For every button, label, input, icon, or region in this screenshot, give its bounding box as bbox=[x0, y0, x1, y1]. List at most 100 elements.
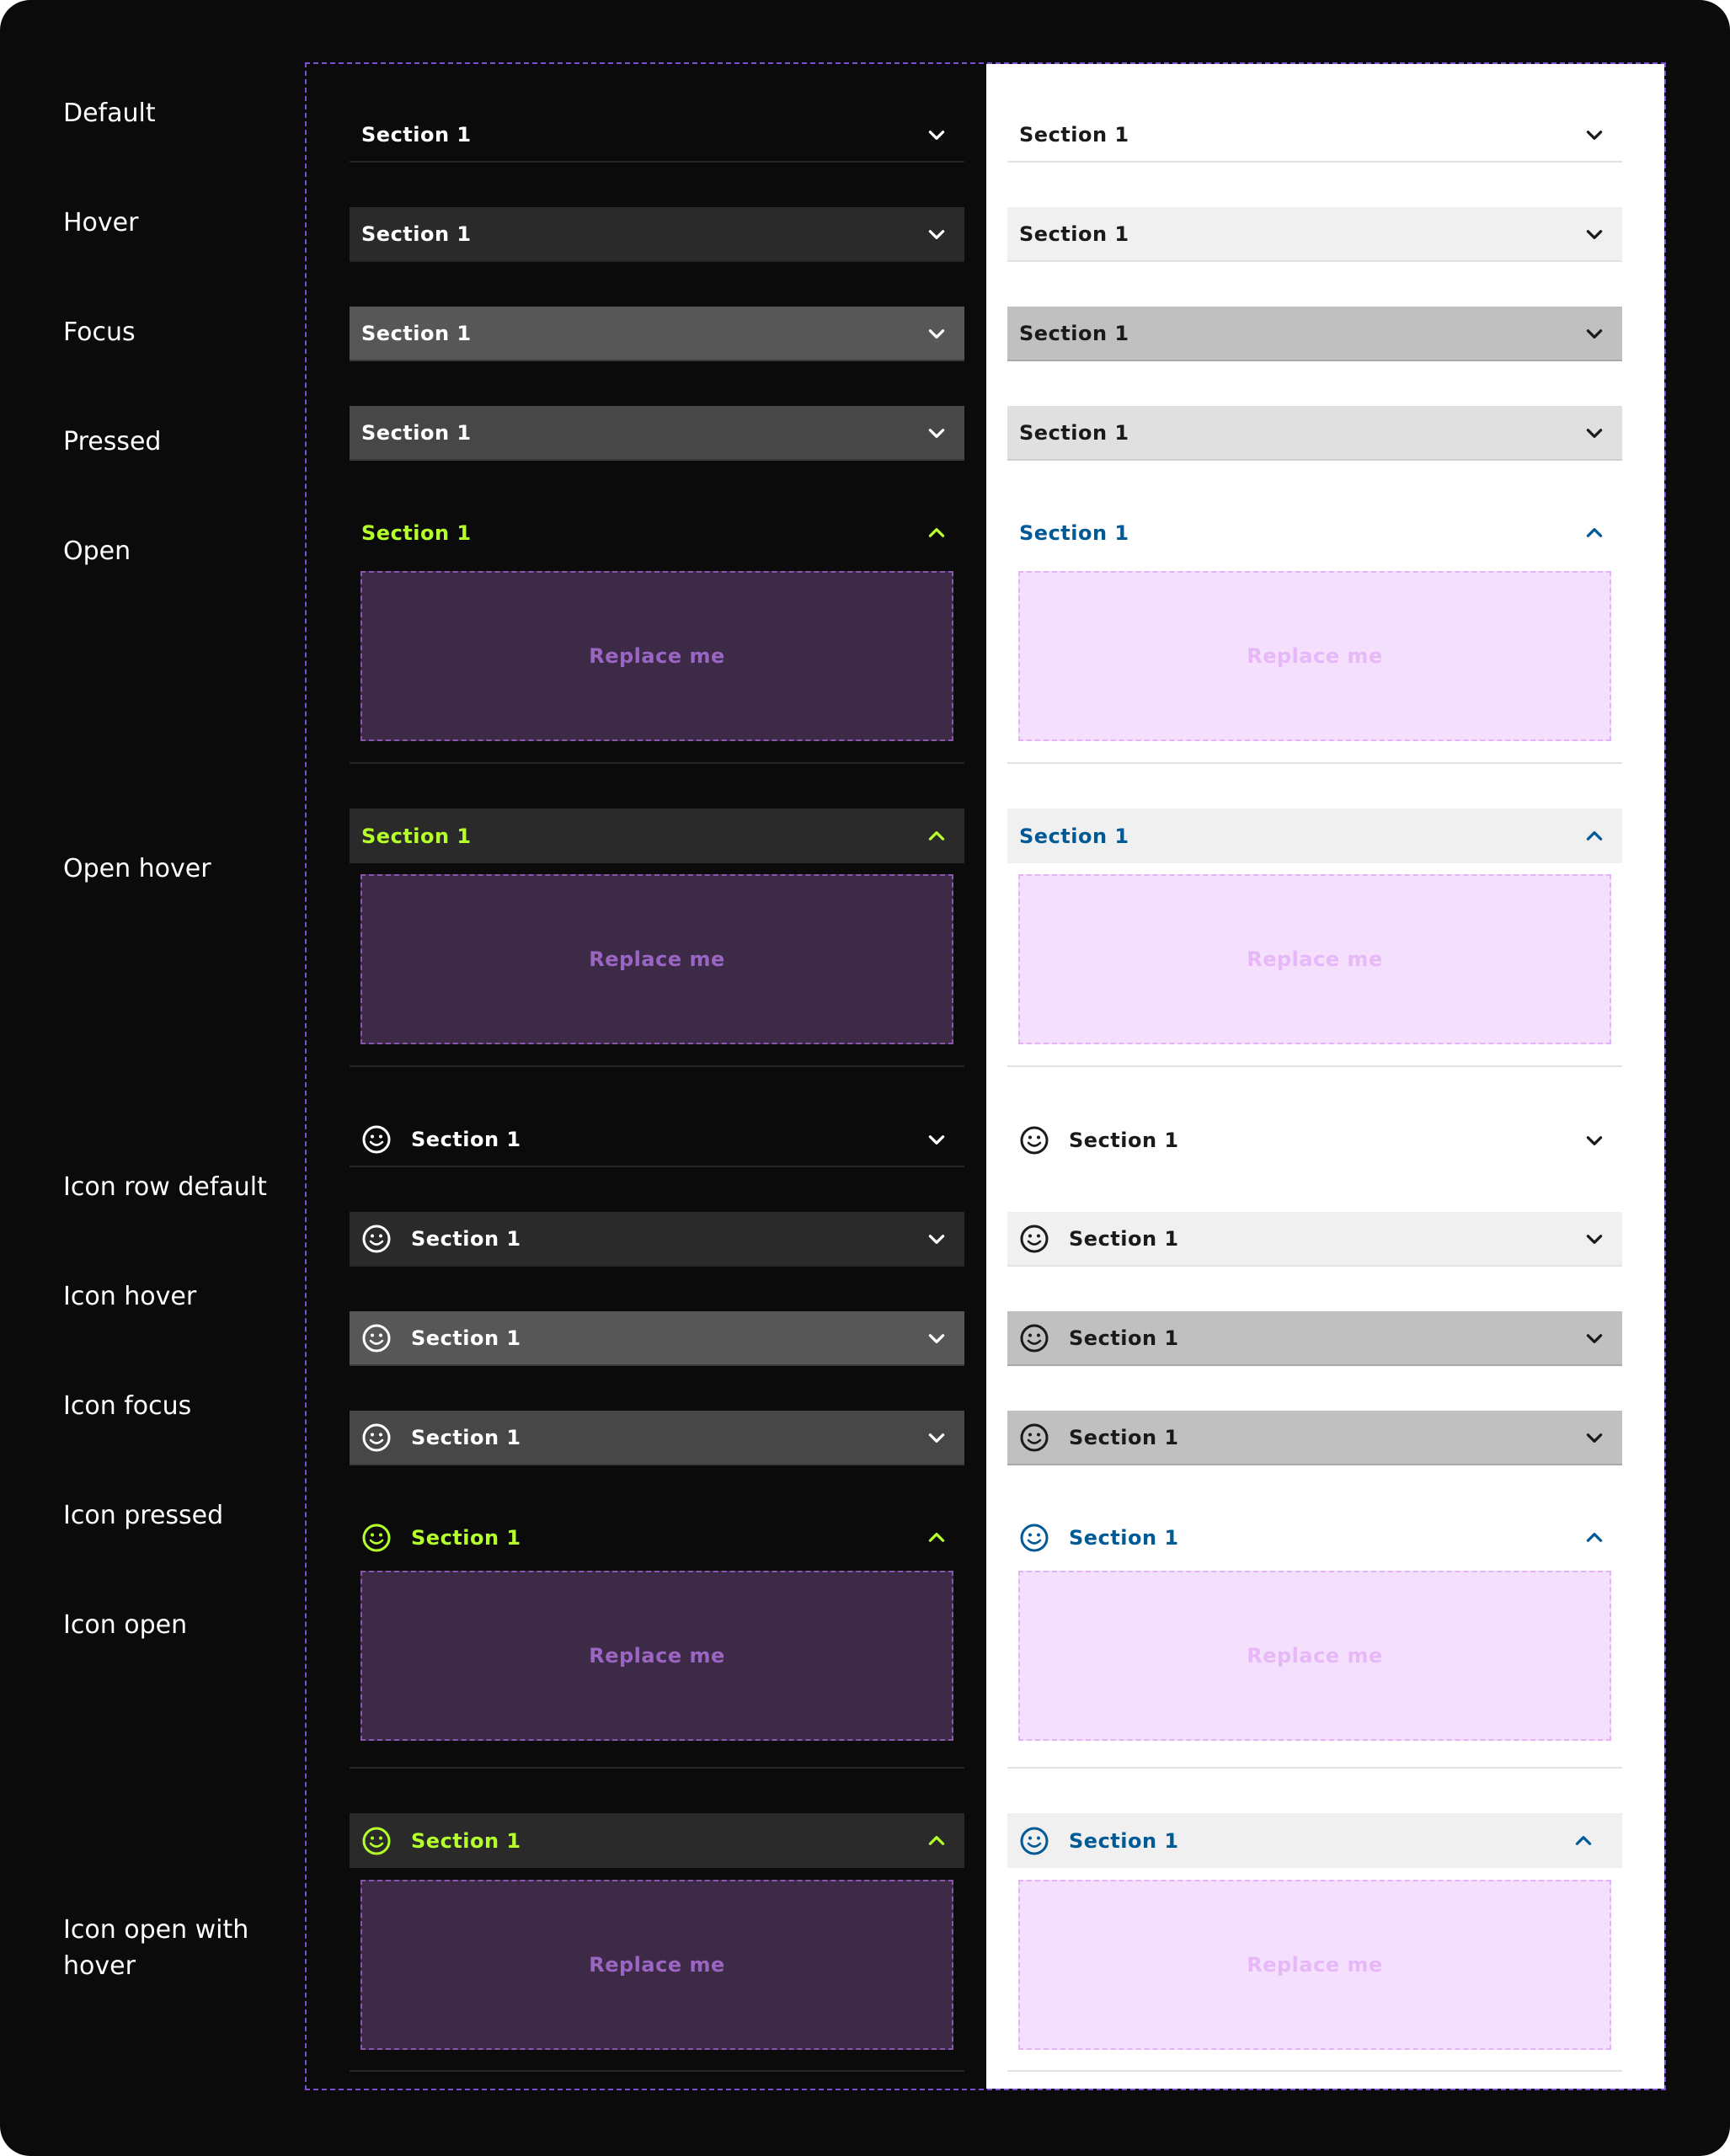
accordion-title: Section 1 bbox=[411, 1326, 521, 1350]
accordion-title: Section 1 bbox=[361, 122, 472, 147]
accordion-header[interactable]: Section 1 bbox=[1007, 808, 1622, 863]
accordion-light-open-hover[interactable]: Section 1 Replace me bbox=[1007, 808, 1622, 1067]
accordion-light-focus[interactable]: Section 1 bbox=[1007, 307, 1622, 361]
chevron-up-icon bbox=[928, 1835, 945, 1845]
state-label-pressed: Pressed bbox=[63, 427, 162, 456]
accordion-header[interactable]: Section 1 bbox=[350, 1311, 964, 1366]
smiley-face-icon bbox=[362, 1324, 391, 1352]
accordion-header[interactable]: Section 1 bbox=[1007, 307, 1622, 361]
accordion-header[interactable]: Section 1 bbox=[1007, 1311, 1622, 1366]
light-theme-column bbox=[986, 64, 1664, 2089]
accordion-header[interactable]: Section 1 bbox=[350, 307, 964, 361]
accordion-dark-icon-open[interactable]: Section 1 Replace me bbox=[350, 1510, 964, 1769]
accordion-light-icon-hover[interactable]: Section 1 bbox=[1007, 1212, 1622, 1267]
accordion-header[interactable]: Section 1 bbox=[1007, 207, 1622, 262]
accordion-title: Section 1 bbox=[411, 1226, 521, 1251]
accordion-dark-pressed[interactable]: Section 1 bbox=[350, 406, 964, 461]
chevron-down-icon bbox=[1586, 1433, 1603, 1443]
accordion-dark-icon-hover[interactable]: Section 1 bbox=[350, 1212, 964, 1267]
accordion-title: Section 1 bbox=[361, 420, 472, 445]
accordion-light-default[interactable]: Section 1 bbox=[1007, 108, 1622, 163]
accordion-header[interactable]: Section 1 bbox=[1007, 505, 1622, 560]
chevron-up-icon bbox=[1575, 1835, 1592, 1845]
accordion-dark-icon-pressed[interactable]: Section 1 bbox=[350, 1411, 964, 1465]
accordion-title: Section 1 bbox=[361, 824, 472, 848]
state-label-open: Open bbox=[63, 536, 131, 566]
content-slot: Replace me bbox=[1018, 874, 1611, 1044]
accordion-dark-icon-open-hover[interactable]: Section 1 Replace me bbox=[350, 1813, 964, 2072]
accordion-title: Section 1 bbox=[1019, 420, 1129, 445]
accordion-title: Section 1 bbox=[411, 1425, 521, 1449]
accordion-title: Section 1 bbox=[411, 1525, 521, 1550]
smiley-face-icon bbox=[362, 1423, 391, 1451]
chevron-down-icon bbox=[1586, 1333, 1603, 1343]
accordion-header[interactable]: Section 1 bbox=[350, 1813, 964, 1868]
content-slot: Replace me bbox=[360, 1880, 953, 2050]
accordion-title: Section 1 bbox=[1019, 122, 1129, 147]
accordion-header[interactable]: Section 1 bbox=[1007, 1113, 1622, 1167]
state-label-default: Default bbox=[63, 99, 156, 128]
accordion-dark-default[interactable]: Section 1 bbox=[350, 108, 964, 163]
divider bbox=[350, 762, 964, 764]
chevron-down-icon bbox=[1586, 1135, 1603, 1145]
accordion-header[interactable]: Section 1 bbox=[1007, 1212, 1622, 1267]
accordion-title: Section 1 bbox=[1069, 1828, 1179, 1853]
divider bbox=[1007, 2070, 1622, 2072]
accordion-title: Section 1 bbox=[1019, 824, 1129, 848]
content-slot: Replace me bbox=[360, 874, 953, 1044]
accordion-header[interactable]: Section 1 bbox=[350, 406, 964, 461]
accordion-light-pressed[interactable]: Section 1 bbox=[1007, 406, 1622, 461]
accordion-header[interactable]: Section 1 bbox=[1007, 1411, 1622, 1465]
chevron-up-icon bbox=[1586, 1532, 1603, 1542]
accordion-header[interactable]: Section 1 bbox=[350, 808, 964, 863]
accordion-title: Section 1 bbox=[1019, 520, 1129, 545]
smiley-face-icon bbox=[1020, 1126, 1049, 1154]
accordion-light-hover[interactable]: Section 1 bbox=[1007, 207, 1622, 262]
accordion-dark-hover[interactable]: Section 1 bbox=[350, 207, 964, 262]
chevron-down-icon bbox=[928, 229, 945, 239]
accordion-title: Section 1 bbox=[361, 520, 472, 545]
accordion-light-icon-open-hover[interactable]: Section 1 Replace me bbox=[1007, 1813, 1622, 2072]
accordion-header[interactable]: Section 1 bbox=[1007, 108, 1622, 163]
accordion-light-icon-open[interactable]: Section 1 Replace me bbox=[1007, 1510, 1622, 1769]
accordion-header[interactable]: Section 1 bbox=[350, 1510, 964, 1565]
accordion-dark-icon-default[interactable]: Section 1 bbox=[350, 1113, 964, 1167]
divider bbox=[350, 2070, 964, 2072]
state-label-icon-hover: Icon hover bbox=[63, 1282, 197, 1311]
chevron-down-icon bbox=[1586, 229, 1603, 239]
accordion-header[interactable]: Section 1 bbox=[1007, 1510, 1622, 1565]
content-slot: Replace me bbox=[1018, 1571, 1611, 1741]
accordion-light-open[interactable]: Section 1 Replace me bbox=[1007, 505, 1622, 764]
accordion-header[interactable]: Section 1 bbox=[350, 207, 964, 262]
accordion-title: Section 1 bbox=[1069, 1226, 1179, 1251]
accordion-header[interactable]: Section 1 bbox=[350, 1411, 964, 1465]
accordion-dark-icon-focus[interactable]: Section 1 bbox=[350, 1311, 964, 1366]
accordion-dark-focus[interactable]: Section 1 bbox=[350, 307, 964, 361]
chevron-down-icon bbox=[928, 428, 945, 438]
accordion-light-icon-focus[interactable]: Section 1 bbox=[1007, 1311, 1622, 1366]
divider bbox=[1007, 1767, 1622, 1769]
accordion-header[interactable]: Section 1 bbox=[350, 1113, 964, 1167]
smiley-face-icon bbox=[1020, 1423, 1049, 1451]
accordion-title: Section 1 bbox=[1069, 1128, 1179, 1152]
accordion-light-icon-default[interactable]: Section 1 bbox=[1007, 1113, 1622, 1167]
chevron-up-icon bbox=[928, 1532, 945, 1542]
accordion-title: Section 1 bbox=[1069, 1525, 1179, 1550]
accordion-light-icon-pressed[interactable]: Section 1 bbox=[1007, 1411, 1622, 1465]
accordion-header[interactable]: Section 1 bbox=[350, 108, 964, 163]
state-label-hover: Hover bbox=[63, 208, 139, 237]
smiley-face-icon bbox=[362, 1524, 391, 1551]
accordion-header[interactable]: Section 1 bbox=[350, 505, 964, 560]
accordion-title: Section 1 bbox=[1019, 221, 1129, 246]
accordion-dark-open-hover[interactable]: Section 1 Replace me bbox=[350, 808, 964, 1067]
chevron-down-icon bbox=[928, 130, 945, 140]
state-label-icon-focus: Icon focus bbox=[63, 1391, 192, 1421]
accordion-header[interactable]: Section 1 bbox=[1007, 1813, 1622, 1868]
accordion-header[interactable]: Section 1 bbox=[350, 1212, 964, 1267]
accordion-dark-open[interactable]: Section 1 Replace me bbox=[350, 505, 964, 764]
accordion-title: Section 1 bbox=[1019, 321, 1129, 345]
smiley-face-icon bbox=[362, 1827, 391, 1854]
content-slot: Replace me bbox=[1018, 571, 1611, 741]
divider bbox=[350, 1767, 964, 1769]
accordion-header[interactable]: Section 1 bbox=[1007, 406, 1622, 461]
